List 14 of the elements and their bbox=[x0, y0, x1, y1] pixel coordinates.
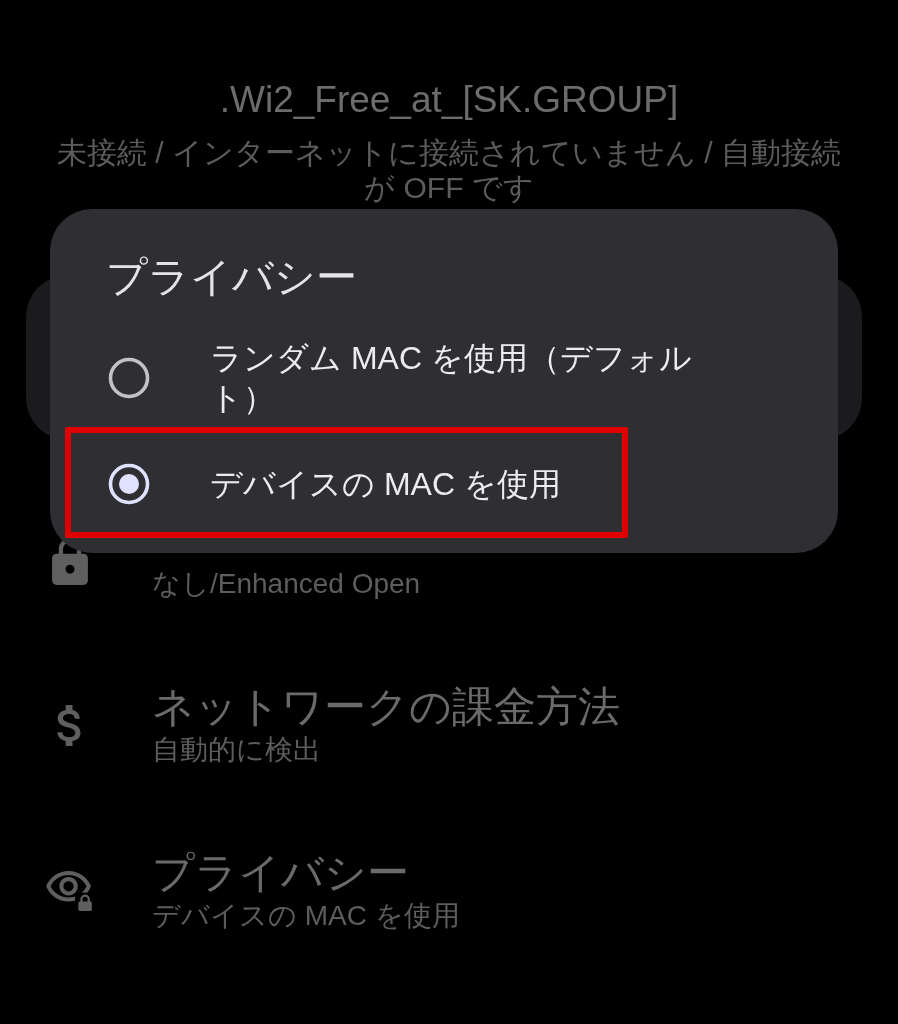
network-title: .Wi2_Free_at_[SK.GROUP] bbox=[219, 78, 679, 122]
setting-title: ネットワークの課金方法 bbox=[152, 682, 620, 732]
dollar-icon bbox=[57, 704, 83, 746]
status-text: 未接続 / インターネットに接続されていません / 自動接続が OFF です bbox=[56, 135, 842, 205]
dialog-title: プライバシー bbox=[106, 253, 357, 302]
radio-button[interactable] bbox=[108, 357, 150, 399]
setting-value: 自動的に検出 bbox=[152, 733, 321, 767]
setting-title: プライバシー bbox=[152, 848, 409, 898]
option-label: デバイスの MAC を使用 bbox=[210, 465, 562, 504]
option-label: ランダム MAC を使用（デフォルト） bbox=[210, 339, 693, 418]
radio-button[interactable] bbox=[108, 463, 150, 505]
setting-value: デバイスの MAC を使用 bbox=[152, 899, 460, 933]
setting-value: なし/Enhanced Open bbox=[152, 567, 421, 601]
eye-with-lock-icon bbox=[46, 871, 94, 911]
